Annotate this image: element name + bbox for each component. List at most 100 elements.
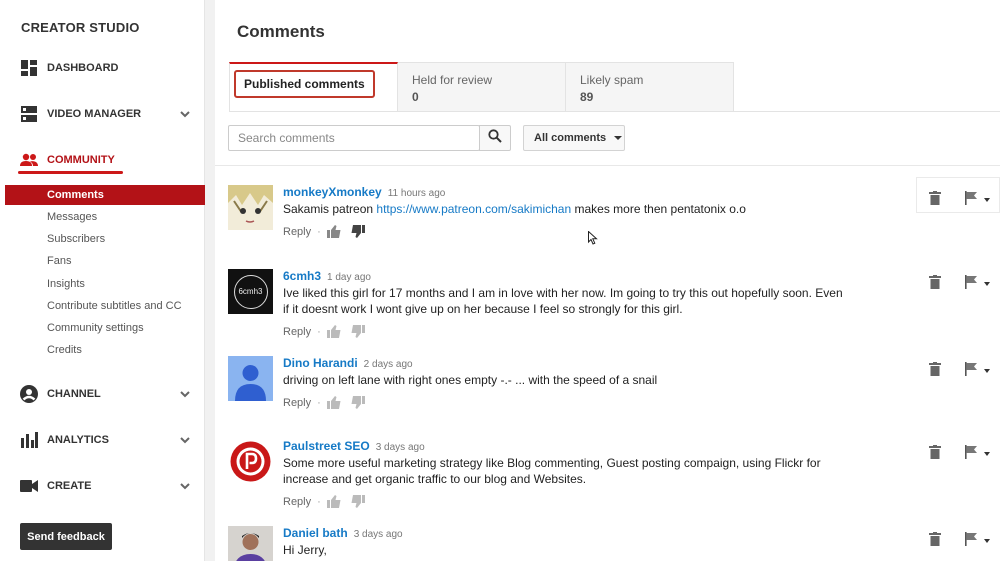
sidebar-item-community-settings[interactable]: Community settings xyxy=(0,318,205,338)
nav-dashboard[interactable]: DASHBOARD xyxy=(0,57,205,79)
nav-channel-label: CHANNEL xyxy=(47,388,101,400)
nav-community-label: COMMUNITY xyxy=(47,154,115,166)
nav-video-manager-label: VIDEO MANAGER xyxy=(47,108,142,120)
thumbs-up-icon[interactable] xyxy=(326,396,341,409)
tab-published-label: Published comments xyxy=(234,70,375,98)
avatar[interactable]: 6cmh3 xyxy=(228,269,273,314)
thumbs-up-icon[interactable] xyxy=(326,495,341,508)
main-content: Comments Published comments Held for rev… xyxy=(215,0,1000,561)
mouse-cursor-icon xyxy=(588,230,598,250)
comment-time: 11 hours ago xyxy=(387,188,446,199)
avatar[interactable] xyxy=(228,185,273,230)
nav-community[interactable]: COMMUNITY xyxy=(0,149,205,171)
search-input[interactable] xyxy=(228,125,480,151)
separator-dot: · xyxy=(317,325,321,338)
all-comments-dropdown[interactable]: All comments xyxy=(523,125,625,151)
sidebar-item-fans[interactable]: Fans xyxy=(0,251,205,271)
community-icon xyxy=(20,151,38,169)
tab-published-comments[interactable]: Published comments xyxy=(229,62,398,112)
trash-icon xyxy=(929,190,941,210)
separator-dot: · xyxy=(317,495,321,508)
trash-icon xyxy=(929,444,941,464)
trash-icon xyxy=(929,531,941,551)
remove-comment-button[interactable] xyxy=(917,271,953,297)
reply-button[interactable]: Reply xyxy=(283,326,311,338)
comment-link[interactable]: https://www.patreon.com/sakimichan xyxy=(376,202,571,216)
flag-menu-button[interactable] xyxy=(955,441,999,467)
comment-text: Ive liked this girl for 17 months and I … xyxy=(283,286,843,316)
sidebar-item-contribute-subtitles[interactable]: Contribute subtitles and CC xyxy=(0,296,205,316)
comment-time: 1 day ago xyxy=(327,272,371,283)
thumbs-up-icon[interactable] xyxy=(326,325,341,338)
chevron-down-icon xyxy=(178,433,192,447)
comment-author[interactable]: Daniel bath 3 days ago xyxy=(283,526,403,540)
studio-title: CREATOR STUDIO xyxy=(21,20,140,35)
sidebar-item-messages[interactable]: Messages xyxy=(0,207,205,227)
thumbs-up-icon[interactable] xyxy=(326,225,341,238)
nav-create[interactable]: CREATE xyxy=(0,475,205,497)
caret-down-icon xyxy=(614,136,623,140)
avatar[interactable] xyxy=(228,439,273,484)
comment-author[interactable]: monkeyXmonkey 11 hours ago xyxy=(283,185,445,199)
thumbs-down-icon[interactable] xyxy=(351,495,365,508)
comment-author[interactable]: Dino Harandi 2 days ago xyxy=(283,356,413,370)
author-name: monkeyXmonkey xyxy=(283,185,382,199)
flag-menu-button[interactable] xyxy=(955,271,999,297)
caret-down-icon xyxy=(983,198,990,202)
flag-menu-button[interactable] xyxy=(955,528,999,554)
nav-analytics[interactable]: ANALYTICS xyxy=(0,429,205,451)
sidebar-item-subscribers[interactable]: Subscribers xyxy=(0,229,205,249)
tab-spam-label: Likely spam xyxy=(580,73,644,87)
flag-icon xyxy=(964,190,978,210)
nav-video-manager[interactable]: VIDEO MANAGER xyxy=(0,103,205,125)
tab-spam-count: 89 xyxy=(580,90,594,104)
author-name: Daniel bath xyxy=(283,526,348,540)
search-button[interactable] xyxy=(479,125,511,151)
reply-button[interactable]: Reply xyxy=(283,397,311,409)
nav-create-label: CREATE xyxy=(47,480,92,492)
separator-dot: · xyxy=(317,225,321,238)
avatar-image: 6cmh3 xyxy=(228,269,273,314)
comment-author[interactable]: 6cmh3 1 day ago xyxy=(283,269,371,283)
reply-button[interactable]: Reply xyxy=(283,226,311,238)
comment-tabs: Published comments Held for review 0 Lik… xyxy=(229,62,734,112)
sidebar-item-comments[interactable]: Comments xyxy=(5,185,205,205)
caret-down-icon xyxy=(983,282,990,286)
list-divider xyxy=(215,165,1000,166)
author-name: 6cmh3 xyxy=(283,269,322,283)
comment-text-part: Sakamis patreon xyxy=(283,202,377,216)
remove-comment-button[interactable] xyxy=(917,358,953,384)
sidebar-item-credits[interactable]: Credits xyxy=(0,340,205,360)
comment-author[interactable]: Paulstreet SEO 3 days ago xyxy=(283,439,425,453)
flag-menu-button[interactable] xyxy=(955,358,999,384)
tab-held-count: 0 xyxy=(412,90,419,104)
tab-held-for-review[interactable]: Held for review 0 xyxy=(398,62,566,112)
sidebar-item-insights[interactable]: Insights xyxy=(0,274,205,294)
comment-text-part: makes more then pentatonix o.o xyxy=(571,202,746,216)
avatar[interactable] xyxy=(228,526,273,561)
remove-comment-button[interactable] xyxy=(917,187,953,213)
comment-text: driving on left lane with right ones emp… xyxy=(283,373,658,387)
chevron-down-icon xyxy=(178,479,192,493)
trash-icon xyxy=(929,361,941,381)
comment-actions: Reply · xyxy=(283,396,375,409)
nav-channel[interactable]: CHANNEL xyxy=(0,383,205,405)
analytics-icon xyxy=(20,431,38,449)
reply-button[interactable]: Reply xyxy=(283,496,311,508)
thumbs-down-icon[interactable] xyxy=(351,325,365,338)
page-title: Comments xyxy=(237,22,325,41)
sidebar: CREATOR STUDIO DASHBOARD VIDEO MANAGER C… xyxy=(0,0,205,561)
comment-text: Hi Jerry, xyxy=(283,543,327,557)
nav-dashboard-label: DASHBOARD xyxy=(47,62,119,74)
chevron-down-icon xyxy=(178,107,192,121)
community-underline xyxy=(18,171,123,174)
avatar[interactable] xyxy=(228,356,273,401)
thumbs-down-icon[interactable] xyxy=(351,225,365,238)
remove-comment-button[interactable] xyxy=(917,528,953,554)
tab-likely-spam[interactable]: Likely spam 89 xyxy=(566,62,734,112)
send-feedback-button[interactable]: Send feedback xyxy=(20,523,112,550)
comment-time: 2 days ago xyxy=(363,359,413,370)
remove-comment-button[interactable] xyxy=(917,441,953,467)
thumbs-down-icon[interactable] xyxy=(351,396,365,409)
flag-menu-button[interactable] xyxy=(955,187,999,213)
